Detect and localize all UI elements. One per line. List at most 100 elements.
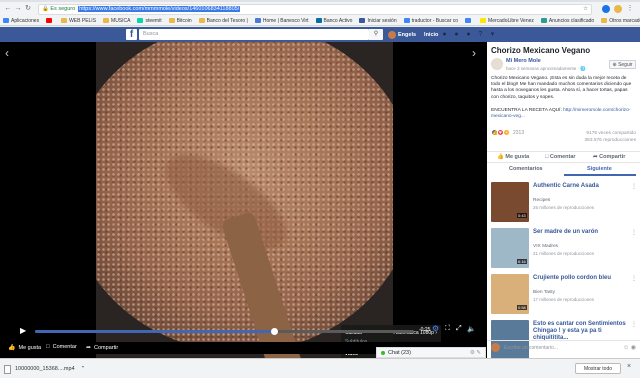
- bookmark-item[interactable]: MUSICA: [103, 18, 130, 24]
- search-input[interactable]: Busca: [139, 29, 369, 40]
- more-options-icon[interactable]: ⋮: [631, 275, 637, 282]
- emoji-icon[interactable]: ☺ ◉: [623, 344, 636, 351]
- fullscreen-icon[interactable]: ⛶: [445, 325, 450, 333]
- share-button[interactable]: ➦ Compartir: [86, 344, 119, 352]
- reactions-count: 2313: [513, 129, 525, 136]
- bookmark-item[interactable]: [46, 18, 54, 23]
- comment-button[interactable]: □ Comentar: [46, 344, 77, 350]
- bookmark-icon: [465, 18, 472, 23]
- post-actions: 👍 Me gusta □ Comentar ➦ Compartir: [487, 151, 640, 163]
- chat-bar[interactable]: Chat (23) ⚙ ✎: [376, 347, 486, 358]
- bookmark-item[interactable]: Aplicaciones: [3, 18, 39, 24]
- wow-reaction-icon: •: [503, 129, 510, 136]
- post-share-button[interactable]: ➦ Compartir: [593, 154, 625, 160]
- dropdown-icon[interactable]: ▾: [488, 30, 497, 39]
- url-input[interactable]: 🔒 Es seguro https://www.facebook.com/mmm…: [38, 3, 592, 15]
- tab-next[interactable]: Siguiente: [587, 166, 612, 172]
- download-item[interactable]: 10000000_15368....mp4 ⌃: [4, 363, 85, 375]
- page-avatar[interactable]: [491, 58, 503, 70]
- chat-options-icon[interactable]: ⚙ ✎: [470, 350, 481, 356]
- bookmark-icon: [403, 18, 410, 23]
- home-link[interactable]: Inicio: [424, 32, 438, 38]
- video-title[interactable]: Authentic Carne Asada: [533, 183, 633, 190]
- video-source[interactable]: Bien Tasty: [533, 290, 555, 295]
- bookmark-item[interactable]: Bitcoin: [168, 18, 192, 24]
- bookmark-item[interactable]: MercadoLibre Venez: [480, 18, 534, 24]
- related-video[interactable]: 6:16 Ser madre de un varón VIX Madres 21 mi…: [491, 228, 637, 280]
- address-bar-row: ← → ↻ 🔒 Es seguro https://www.facebook.c…: [0, 2, 640, 16]
- post-like-button[interactable]: 👍 Me gusta: [497, 154, 529, 160]
- expand-icon[interactable]: ⤢: [456, 325, 462, 333]
- chevron-right-icon[interactable]: ›: [472, 46, 476, 60]
- bookmark-item[interactable]: steemit: [137, 18, 162, 24]
- bookmark-item[interactable]: Iniciar sesión: [359, 18, 397, 24]
- search-icon[interactable]: ⚲: [369, 29, 383, 40]
- reactions-summary[interactable]: 👍 ♥ • 2313: [491, 129, 524, 136]
- bookmark-icon: [3, 18, 9, 23]
- play-icon[interactable]: ▶: [20, 326, 26, 335]
- settings-gear-icon[interactable]: ⚙: [432, 324, 439, 333]
- panel-tabs: Comentarios Siguiente: [487, 164, 640, 176]
- secure-badge[interactable]: 🔒 Es seguro: [42, 6, 75, 12]
- extension-icon[interactable]: [602, 5, 610, 13]
- video-source[interactable]: Recipes: [533, 198, 550, 203]
- progress-bar[interactable]: [35, 328, 414, 335]
- tab-comments[interactable]: Comentarios: [509, 166, 543, 172]
- comment-composer: Escribe un comentario... ☺ ◉: [487, 340, 640, 354]
- reload-icon[interactable]: ↻: [24, 5, 32, 13]
- volume-icon[interactable]: 🔈: [467, 325, 476, 333]
- bookmark-item[interactable]: Otros marcadores: [601, 18, 640, 24]
- bookmark-icon: [359, 18, 366, 23]
- close-icon[interactable]: ×: [627, 363, 631, 370]
- bookmark-icon: [315, 18, 322, 23]
- comment-icon: □: [46, 344, 50, 350]
- follow-button[interactable]: ⊕ Seguir: [609, 60, 636, 69]
- more-options-icon[interactable]: ⋮: [631, 183, 637, 190]
- bookmark-item[interactable]: WEB PELIS: [61, 18, 96, 24]
- facebook-logo-icon[interactable]: f: [126, 29, 137, 40]
- related-video[interactable]: 0:43 Authentic Carne Asada Recipes 25 millo…: [491, 182, 637, 234]
- secure-label: Es seguro: [50, 6, 76, 12]
- comment-input[interactable]: Escribe un comentario...: [504, 345, 623, 351]
- user-name: Engels: [398, 31, 417, 38]
- more-options-icon[interactable]: ⋮: [631, 229, 637, 236]
- bookmark-item[interactable]: Home | Banesco Virt: [254, 18, 309, 24]
- show-all-button[interactable]: Mostrar todo: [575, 363, 621, 374]
- progress-knob[interactable]: [270, 328, 278, 335]
- user-profile-link[interactable]: Engels Inicio: [388, 29, 438, 40]
- bookmark-icon: [540, 18, 547, 23]
- post-comment-button[interactable]: □ Comentar: [545, 154, 576, 160]
- url-text[interactable]: https://www.facebook.com/mmmmole/videos/…: [78, 6, 241, 12]
- recipe-prefix: ENCUENTRA LA RECETA AQUÍ:: [491, 108, 562, 113]
- bookmark-item[interactable]: traductor - Buscar co: [403, 18, 458, 24]
- extension-icon[interactable]: [614, 5, 622, 13]
- help-icon[interactable]: ?: [476, 30, 485, 39]
- video-title[interactable]: Crujiente pollo cordon bleu: [533, 275, 633, 282]
- video-title[interactable]: Esto es cantar con Sentimientos Chingao …: [533, 321, 633, 342]
- page-name-link[interactable]: Mi Mero Mole: [506, 58, 541, 64]
- video-duration: 0:58: [517, 305, 527, 310]
- forward-icon[interactable]: →: [14, 5, 22, 13]
- related-video[interactable]: 0:58 Crujiente pollo cordon bleu Bien Tast…: [491, 274, 637, 326]
- chevron-left-icon[interactable]: ‹: [5, 46, 9, 60]
- online-dot-icon: [381, 350, 385, 355]
- bookmark-item[interactable]: Banco Activo: [315, 18, 352, 24]
- chevron-up-icon[interactable]: ⌃: [81, 366, 86, 372]
- share-count[interactable]: 9176 veces compartido: [585, 130, 636, 137]
- friend-requests-icon[interactable]: ●: [440, 30, 449, 39]
- menu-icon[interactable]: ⋮: [626, 5, 634, 13]
- back-icon[interactable]: ←: [4, 5, 12, 13]
- messages-icon[interactable]: ●: [452, 30, 461, 39]
- bookmark-item[interactable]: Anuncios clasificado: [540, 18, 594, 24]
- notifications-icon[interactable]: ●: [464, 30, 473, 39]
- more-options-icon[interactable]: ⋮: [631, 321, 637, 328]
- video-source[interactable]: VIX Madres: [533, 244, 558, 249]
- share-label: Compartir: [94, 344, 119, 351]
- bookmark-item[interactable]: [465, 18, 473, 23]
- bookmark-label: Banco del Tesoro |: [206, 17, 248, 24]
- video-title[interactable]: Ser madre de un varón: [533, 229, 633, 236]
- bookmark-item[interactable]: Banco del Tesoro |: [198, 17, 248, 24]
- star-icon[interactable]: ☆: [583, 6, 588, 12]
- video-frame[interactable]: [96, 42, 393, 363]
- like-button[interactable]: 👍 Me gusta: [8, 344, 41, 352]
